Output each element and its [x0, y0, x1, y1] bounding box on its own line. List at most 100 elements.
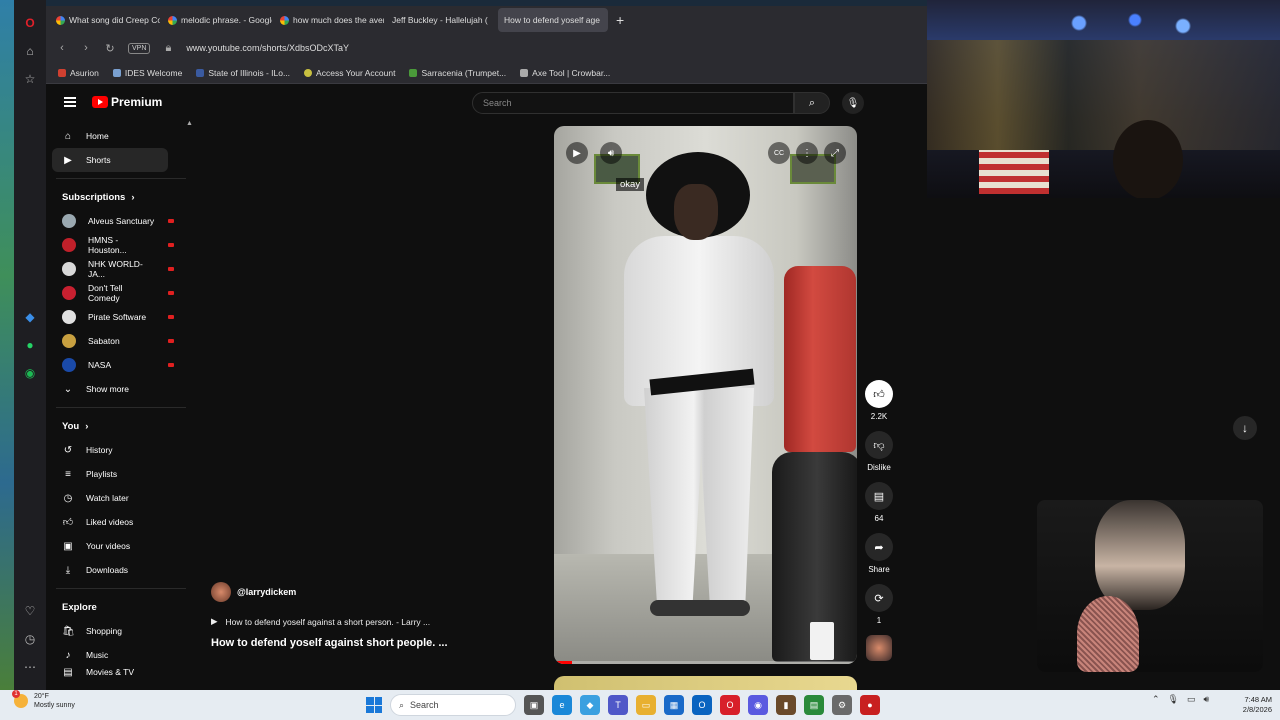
weather-widget[interactable]: 1 20°F Mostly sunny [12, 690, 75, 710]
subscription-item[interactable]: Sabaton [46, 329, 186, 353]
sidebar-item-shorts[interactable]: ▶ Shorts [52, 148, 168, 172]
bookmark[interactable]: Access Your Account [304, 68, 395, 78]
clock[interactable]: 7:48 AM 2/8/2026 [1232, 695, 1272, 715]
messenger-icon[interactable]: ◆ [21, 308, 39, 326]
app-icon[interactable]: ▮ [776, 695, 796, 715]
webcam-detail [1047, 8, 1207, 38]
heart-icon[interactable]: ♡ [21, 602, 39, 620]
outlook-icon[interactable]: O [692, 695, 712, 715]
subscriptions-header[interactable]: Subscriptions › [46, 185, 186, 209]
sidebar-item-movies[interactable]: ▤ Movies & TV [46, 667, 186, 681]
vpn-badge[interactable]: VPN [128, 42, 151, 54]
menu-icon[interactable] [64, 97, 76, 107]
you-header[interactable]: You › [46, 414, 186, 438]
next-short-preview[interactable] [554, 676, 857, 690]
like-button[interactable]: 👍︎ [865, 380, 893, 408]
play-button[interactable]: ▶ [566, 142, 588, 164]
subscription-item[interactable]: Alveus Sanctuary [46, 209, 186, 233]
sidebar-item-shopping[interactable]: 🛍︎ Shopping [46, 619, 186, 643]
new-tab-icon[interactable]: + [616, 12, 624, 28]
task-view-icon[interactable]: ▣ [524, 695, 544, 715]
like-action[interactable]: 👍︎ 2.2K [865, 380, 893, 421]
share-action[interactable]: ➦ Share [865, 533, 893, 574]
channel-name[interactable]: @larrydickem [237, 587, 296, 597]
volume-icon[interactable]: 🔊︎ [1204, 694, 1210, 705]
captions-button[interactable]: CC [768, 142, 790, 164]
sidebar-item-watch-later[interactable]: ◷ Watch later [46, 486, 186, 510]
volume-button[interactable]: 🔊︎ [600, 142, 622, 164]
windows-start-icon[interactable] [366, 697, 382, 713]
comments-button[interactable]: ▤ [865, 482, 893, 510]
channel-row[interactable]: @larrydickem [211, 582, 541, 602]
tab[interactable]: Jeff Buckley - Hallelujah ( [92, 8, 496, 99]
bookmark[interactable]: IDES Welcome [112, 68, 182, 78]
remix-action[interactable]: ⟳ 1 [865, 584, 893, 625]
spotify-icon[interactable]: ◉ [21, 364, 39, 382]
subscription-item[interactable]: Pirate Software [46, 305, 186, 329]
opera-logo-icon[interactable]: O [21, 14, 39, 32]
tab-active[interactable]: How to defend yoself age [92, 8, 608, 99]
forward-icon[interactable]: › [80, 42, 92, 54]
home-icon[interactable]: ⌂ [21, 42, 39, 60]
dislike-action[interactable]: 👎︎ Dislike [865, 431, 893, 472]
app-icon[interactable]: ● [860, 695, 880, 715]
voice-search-button[interactable]: 🎙︎ [842, 92, 864, 114]
sidebar-item-history[interactable]: ↺ History [46, 438, 186, 462]
copilot-icon[interactable]: ◆ [580, 695, 600, 715]
bookmark[interactable]: State of Illinois - ILo... [196, 68, 290, 78]
opera-icon[interactable]: O [720, 695, 740, 715]
file-explorer-icon[interactable]: ▭ [636, 695, 656, 715]
comments-action[interactable]: ▤ 64 [865, 482, 893, 523]
url-field[interactable]: www.youtube.com/shorts/XdbsODcXTaY [186, 43, 349, 53]
tab[interactable]: What song did Creep Cop [50, 8, 160, 32]
sidebar-item-music[interactable]: ♪ Music [46, 643, 186, 667]
progress-bar[interactable] [554, 661, 857, 664]
chevron-up-icon[interactable]: ⌃ [1152, 694, 1160, 705]
star-icon[interactable]: ☆ [21, 70, 39, 88]
more-icon[interactable]: ⋯ [21, 658, 39, 676]
share-button[interactable]: ➦ [865, 533, 893, 561]
network-icon[interactable]: ▭ [1187, 694, 1196, 705]
tab[interactable]: melodic phrase. - Google [162, 8, 272, 32]
scroll-up-arrow-icon[interactable]: ▲ [186, 120, 193, 127]
shorts-video-player[interactable]: ▶ 🔊︎ CC ⋮ ⤢ okay [554, 126, 857, 664]
subscription-item[interactable]: NASA [46, 353, 186, 377]
next-short-button[interactable]: ↓ [1233, 416, 1257, 440]
sidebar-item-home[interactable]: ⌂ Home [46, 124, 186, 148]
whatsapp-icon[interactable]: ● [21, 336, 39, 354]
remix-button[interactable]: ⟳ [865, 584, 893, 612]
sound-thumbnail[interactable] [866, 635, 892, 661]
fullscreen-button[interactable]: ⤢ [824, 142, 846, 164]
history-clock-icon[interactable]: ◷ [21, 630, 39, 648]
sidebar-item-liked-videos[interactable]: 👍︎ Liked videos [46, 510, 186, 534]
search-button[interactable]: ⌕ [794, 92, 830, 114]
youtube-logo[interactable]: Premium [92, 95, 162, 109]
more-options-button[interactable]: ⋮ [796, 142, 818, 164]
search-input[interactable]: Search [472, 92, 794, 114]
related-video-link[interactable]: ▶ How to defend yoself against a short pe… [211, 616, 541, 627]
reload-icon[interactable]: ↻ [104, 42, 116, 55]
terminal-icon[interactable]: ▤ [804, 695, 824, 715]
bookmark[interactable]: Asurion [58, 68, 99, 78]
subscription-item[interactable]: Don't Tell Comedy [46, 281, 186, 305]
subscription-item[interactable]: HMNS - Houston... [46, 233, 186, 257]
tab[interactable]: how much does the avera [274, 8, 384, 32]
sidebar-item-downloads[interactable]: ⤓ Downloads [46, 558, 186, 582]
bookmark[interactable]: Axe Tool | Crowbar... [520, 68, 610, 78]
settings-icon[interactable]: ⚙ [832, 695, 852, 715]
show-more-button[interactable]: ⌄ Show more [46, 377, 186, 401]
dislike-button[interactable]: 👎︎ [865, 431, 893, 459]
discord-icon[interactable]: ◉ [748, 695, 768, 715]
sidebar-item-playlists[interactable]: ≡ Playlists [46, 462, 186, 486]
edge-icon[interactable]: e [552, 695, 572, 715]
subscription-item[interactable]: NHK WORLD-JA... [46, 257, 186, 281]
taskbar-search[interactable]: ⌕ Search [390, 694, 516, 716]
store-icon[interactable]: ▦ [664, 695, 684, 715]
bookmark[interactable]: Sarracenia (Trumpet... [409, 68, 506, 78]
mic-icon[interactable]: 🎙︎ [1168, 694, 1179, 705]
sidebar-item-your-videos[interactable]: ▣ Your videos [46, 534, 186, 558]
back-icon[interactable]: ‹ [56, 42, 68, 54]
search-icon: ⌕ [399, 699, 405, 710]
short-title[interactable]: How to defend yoself against short peopl… [211, 637, 541, 649]
teams-icon[interactable]: T [608, 695, 628, 715]
